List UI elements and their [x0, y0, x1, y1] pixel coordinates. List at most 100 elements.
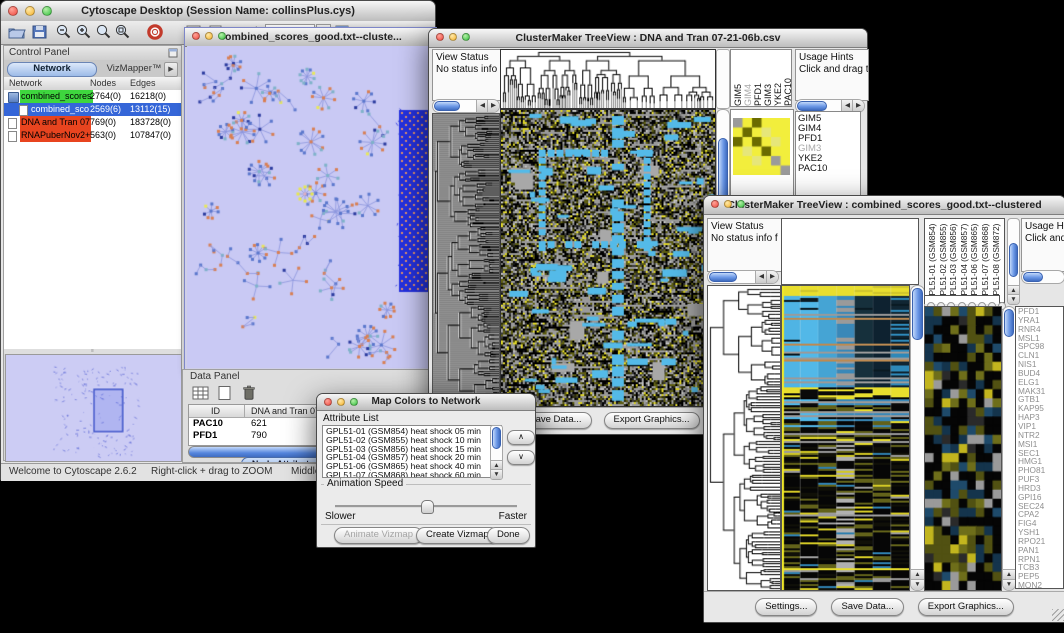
- scroll-thumb[interactable]: [912, 288, 923, 340]
- scroll-down-arrow[interactable]: ▼: [491, 469, 502, 479]
- network-table-row[interactable]: RNAPuberNov2+ 563(0) 107847(0): [4, 129, 181, 142]
- gene-label[interactable]: RPO21: [1018, 537, 1063, 546]
- row-label[interactable]: PAC10: [798, 164, 860, 174]
- column-label[interactable]: GIM5: [733, 50, 743, 106]
- gene-label[interactable]: MAK31: [1018, 387, 1063, 396]
- move-attribute-up-button[interactable]: ∧: [507, 430, 535, 445]
- gene-label[interactable]: MSI1: [1018, 440, 1063, 449]
- scroll-thumb[interactable]: [1009, 243, 1018, 277]
- column-label[interactable]: GIM4: [743, 50, 753, 106]
- animate-vizmap-button[interactable]: Animate Vizmap: [334, 527, 423, 544]
- treeview1-status-hscrollbar[interactable]: ◀ ▶: [432, 99, 500, 113]
- gene-label[interactable]: NTR2: [1018, 431, 1063, 440]
- scroll-thumb[interactable]: [709, 272, 737, 282]
- treeview2-vscrollbar[interactable]: ▲ ▼: [910, 285, 925, 591]
- gene-label[interactable]: FIG4: [1018, 519, 1063, 528]
- col-edges[interactable]: Edges: [130, 77, 156, 90]
- attribute-list[interactable]: GPL51-01 (GSM854) heat shock 05 minGPL51…: [322, 425, 502, 478]
- gene-label[interactable]: CPA2: [1018, 510, 1063, 519]
- tab-overflow-arrow[interactable]: ▶: [164, 62, 178, 77]
- gene-label[interactable]: KAP95: [1018, 404, 1063, 413]
- gene-label[interactable]: PEP5: [1018, 572, 1063, 581]
- gene-label[interactable]: NIS1: [1018, 360, 1063, 369]
- tab-network[interactable]: Network: [7, 62, 97, 77]
- gene-label[interactable]: GPI16: [1018, 493, 1063, 502]
- gene-label[interactable]: PAN1: [1018, 546, 1063, 555]
- scroll-right-arrow[interactable]: ▶: [487, 100, 499, 112]
- treeview2-zoom-heatmap[interactable]: [924, 306, 1002, 591]
- gene-label[interactable]: VIP1: [1018, 422, 1063, 431]
- column-label[interactable]: GPL51-03 (GSM856): [948, 219, 959, 302]
- id-column-header[interactable]: ID: [211, 405, 220, 417]
- close-button[interactable]: [192, 32, 200, 40]
- zoom-selected-icon[interactable]: [94, 23, 114, 41]
- animation-speed-slider[interactable]: [335, 499, 517, 513]
- gene-label[interactable]: ELG1: [1018, 378, 1063, 387]
- zoom-in-icon[interactable]: [74, 23, 94, 41]
- treeview2-title-bar[interactable]: ClusterMaker TreeView : combined_scores_…: [704, 196, 1064, 215]
- zoom-fit-icon[interactable]: [113, 23, 133, 41]
- delete-attribute-icon[interactable]: [239, 385, 259, 401]
- gene-label[interactable]: TCB3: [1018, 563, 1063, 572]
- move-attribute-down-button[interactable]: ∨: [507, 450, 535, 465]
- attribute-list-item[interactable]: GPL51-07 (GSM868) heat shock 60 min: [326, 471, 501, 478]
- treeview2-hints-hscrollbar[interactable]: [1021, 270, 1064, 284]
- close-button[interactable]: [8, 6, 18, 16]
- zoom-button[interactable]: [218, 32, 226, 40]
- minimize-button[interactable]: [337, 398, 345, 406]
- column-label[interactable]: PFD1: [753, 50, 763, 106]
- treeview1-mini-heatmap[interactable]: [733, 118, 790, 175]
- treeview1-row-dendrogram[interactable]: [432, 113, 500, 407]
- gene-label[interactable]: HMG1: [1018, 457, 1063, 466]
- table-mode-icon[interactable]: [191, 385, 211, 401]
- float-panel-icon[interactable]: [168, 48, 178, 58]
- scroll-right-arrow[interactable]: ▶: [766, 271, 778, 283]
- column-label[interactable]: GPL51-06 (GSM865): [969, 219, 980, 302]
- minimize-button[interactable]: [205, 32, 213, 40]
- scroll-thumb[interactable]: [434, 101, 460, 111]
- scroll-thumb[interactable]: [1023, 272, 1043, 282]
- gene-label[interactable]: YSH1: [1018, 528, 1063, 537]
- close-button[interactable]: [711, 200, 719, 208]
- network-table-row[interactable]: combined_sco 2569(6) 13112(15): [4, 103, 181, 116]
- column-label[interactable]: PAC10: [783, 50, 793, 106]
- gene-label[interactable]: GTB1: [1018, 395, 1063, 404]
- scroll-down-arrow[interactable]: ▼: [1003, 579, 1015, 590]
- gene-label[interactable]: PFD1: [1018, 307, 1063, 316]
- minimize-button[interactable]: [25, 6, 35, 16]
- zoom-button[interactable]: [737, 200, 745, 208]
- column-label[interactable]: GPL51-07 (GSM868): [980, 219, 991, 302]
- gene-label[interactable]: CLN1: [1018, 351, 1063, 360]
- gene-label[interactable]: RNR4: [1018, 325, 1063, 334]
- gene-label[interactable]: MON2: [1018, 581, 1063, 589]
- main-title-bar[interactable]: Cytoscape Desktop (Session Name: collins…: [1, 1, 435, 22]
- birdseye-view[interactable]: [5, 354, 182, 462]
- minimize-button[interactable]: [449, 33, 457, 41]
- gene-label[interactable]: YRA1: [1018, 316, 1063, 325]
- gene-label[interactable]: MSL1: [1018, 334, 1063, 343]
- done-button[interactable]: Done: [487, 527, 530, 544]
- treeview2-status-hscrollbar[interactable]: ◀ ▶: [707, 270, 779, 284]
- zoom-button[interactable]: [42, 6, 52, 16]
- gene-label[interactable]: PHO81: [1018, 466, 1063, 475]
- column-label[interactable]: GIM3: [763, 50, 773, 106]
- treeview2-heatmap[interactable]: [781, 285, 910, 591]
- column-label[interactable]: GPL51-08 (GSM872): [991, 219, 1002, 302]
- new-attribute-icon[interactable]: [215, 385, 235, 401]
- gene-label[interactable]: BUD4: [1018, 369, 1063, 378]
- close-button[interactable]: [436, 33, 444, 41]
- scroll-thumb[interactable]: [492, 427, 501, 449]
- gene-label[interactable]: HAP3: [1018, 413, 1063, 422]
- tab-vizmapper[interactable]: VizMapper™: [100, 62, 168, 75]
- scroll-down-arrow[interactable]: ▼: [1008, 294, 1019, 304]
- treeview2-action-button[interactable]: Settings...: [755, 598, 817, 616]
- gene-label[interactable]: RPN1: [1018, 555, 1063, 564]
- treeview1-title-bar[interactable]: ClusterMaker TreeView : DNA and Tran 07-…: [429, 29, 867, 48]
- zoom-out-icon[interactable]: [54, 23, 74, 41]
- gene-label[interactable]: SEC24: [1018, 502, 1063, 511]
- column-label[interactable]: YKE2: [773, 50, 783, 106]
- scroll-down-arrow[interactable]: ▼: [911, 579, 924, 590]
- treeview2-row-dendrogram[interactable]: [707, 285, 781, 591]
- treeview2-action-button[interactable]: Save Data...: [831, 598, 903, 616]
- column-label[interactable]: GPL51-01 (GSM854): [927, 219, 938, 302]
